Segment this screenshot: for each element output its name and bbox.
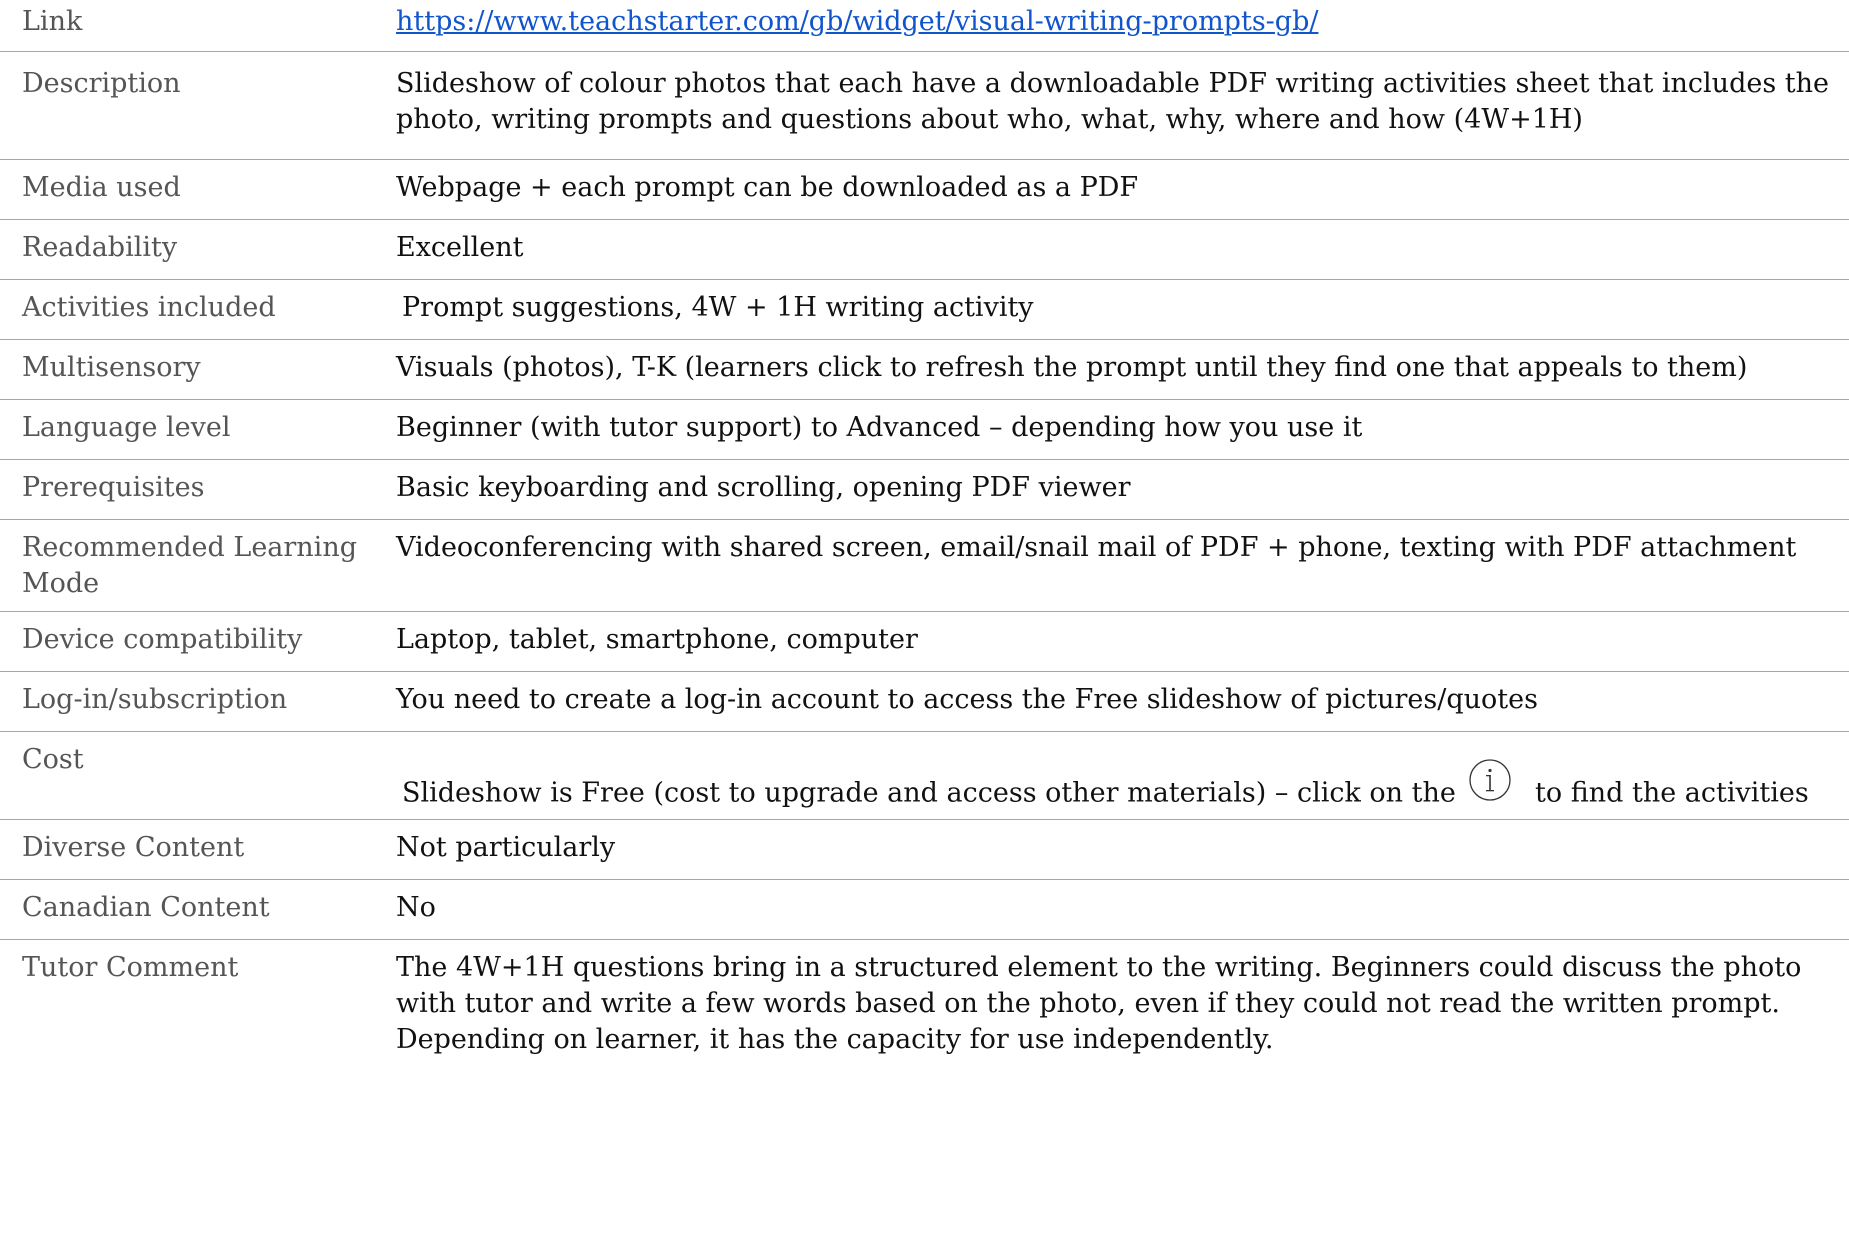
table-row-tutor-comment: Tutor Comment The 4W+1H questions bring … xyxy=(0,940,1849,1241)
row-label: Description xyxy=(22,68,181,99)
row-value: Excellent xyxy=(396,232,524,263)
table-row-cost: Cost Slideshow is Free (cost to upgrade … xyxy=(0,732,1849,820)
row-value: Basic keyboarding and scrolling, opening… xyxy=(396,472,1131,503)
table-row-activities-included: Activities included Prompt suggestions, … xyxy=(0,280,1849,340)
row-label: Link xyxy=(22,6,83,37)
row-label: Recommended Learning Mode xyxy=(22,532,357,599)
row-value: Slideshow of colour photos that each hav… xyxy=(396,68,1829,135)
row-value: Beginner (with tutor support) to Advance… xyxy=(396,412,1363,443)
row-value: Not particularly xyxy=(396,832,616,863)
row-label: Tutor Comment xyxy=(22,952,239,983)
row-value: Slideshow is Free (cost to upgrade and a… xyxy=(402,759,1833,816)
resource-review-table: Link https://www.teachstarter.com/gb/wid… xyxy=(0,0,1849,1241)
table-row-link: Link https://www.teachstarter.com/gb/wid… xyxy=(0,0,1849,52)
row-label: Activities included xyxy=(22,292,276,323)
table-row-diverse-content: Diverse Content Not particularly xyxy=(0,820,1849,880)
row-label: Multisensory xyxy=(22,352,201,383)
row-label: Cost xyxy=(22,744,84,775)
row-value: Videoconferencing with shared screen, em… xyxy=(396,532,1797,563)
table-row-recommended-learning-mode: Recommended Learning Mode Videoconferenc… xyxy=(0,520,1849,612)
row-label: Readability xyxy=(22,232,178,263)
row-label: Canadian Content xyxy=(22,892,270,923)
row-value: Visuals (photos), T-K (learners click to… xyxy=(396,352,1748,383)
cost-text-after-icon: to find the activities xyxy=(1535,777,1809,809)
table-row-log-in-subscription: Log-in/subscription You need to create a… xyxy=(0,672,1849,732)
table-row-canadian-content: Canadian Content No xyxy=(0,880,1849,940)
row-value: https://www.teachstarter.com/gb/widget/v… xyxy=(396,4,1833,40)
table-row-media-used: Media used Webpage + each prompt can be … xyxy=(0,160,1849,220)
row-label: Language level xyxy=(22,412,231,443)
table-row-device-compatibility: Device compatibility Laptop, tablet, sma… xyxy=(0,612,1849,672)
row-value: Prompt suggestions, 4W + 1H writing acti… xyxy=(402,292,1034,323)
row-label: Diverse Content xyxy=(22,832,245,863)
row-value: Webpage + each prompt can be downloaded … xyxy=(396,172,1139,203)
table-row-prerequisites: Prerequisites Basic keyboarding and scro… xyxy=(0,460,1849,520)
row-label: Device compatibility xyxy=(22,624,303,655)
row-value: No xyxy=(396,892,436,923)
row-label: Log-in/subscription xyxy=(22,684,288,715)
row-label: Media used xyxy=(22,172,181,203)
row-value: You need to create a log-in account to a… xyxy=(396,684,1538,715)
row-value: The 4W+1H questions bring in a structure… xyxy=(396,952,1802,1055)
info-circle-icon[interactable] xyxy=(1468,758,1512,802)
info-circle-icon-graphic xyxy=(1469,759,1512,801)
row-label: Prerequisites xyxy=(22,472,205,503)
resource-link[interactable]: https://www.teachstarter.com/gb/widget/v… xyxy=(396,6,1318,37)
row-value: Laptop, tablet, smartphone, computer xyxy=(396,624,918,655)
table-row-language-level: Language level Beginner (with tutor supp… xyxy=(0,400,1849,460)
cost-text-before-icon: Slideshow is Free (cost to upgrade and a… xyxy=(402,777,1456,809)
table-row-description: Description Slideshow of colour photos t… xyxy=(0,52,1849,160)
table-row-multisensory: Multisensory Visuals (photos), T-K (lear… xyxy=(0,340,1849,400)
table-row-readability: Readability Excellent xyxy=(0,220,1849,280)
